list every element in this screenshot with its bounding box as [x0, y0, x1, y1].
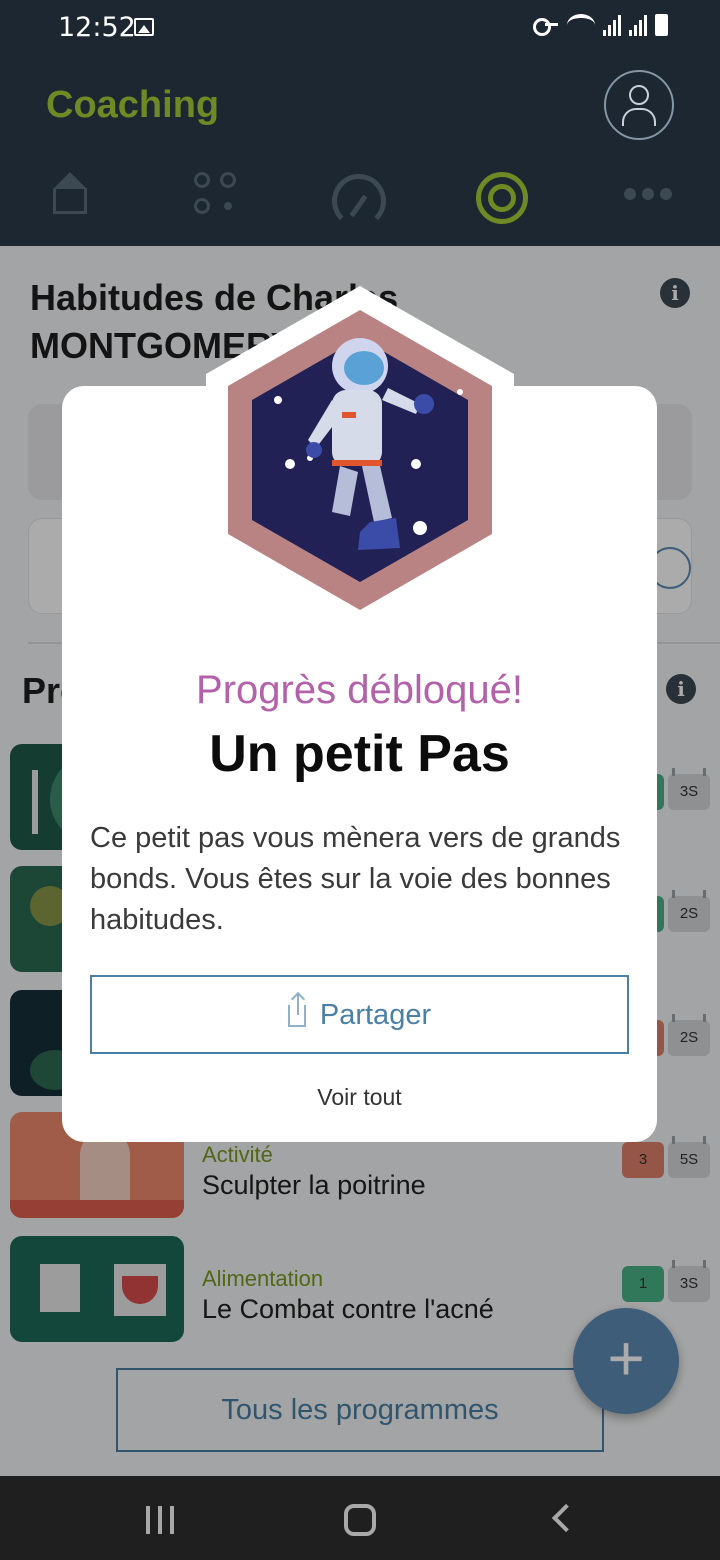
status-bar: 12:52 — [0, 0, 720, 56]
share-label: Partager — [319, 999, 432, 1031]
grid-icon-part — [224, 202, 232, 210]
recent-apps-button[interactable] — [146, 1506, 174, 1534]
nav-home-tab[interactable] — [31, 160, 111, 230]
modal-subtitle: Progrès débloqué! — [196, 668, 523, 712]
share-button[interactable]: Partager — [90, 975, 629, 1054]
nav-more-tab[interactable] — [604, 160, 684, 230]
more-icon — [624, 188, 636, 200]
nav-dashboard-tab[interactable] — [320, 160, 400, 230]
view-all-link[interactable]: Voir tout — [62, 1084, 657, 1111]
target-icon-inner — [488, 184, 516, 212]
nav-apps-tab[interactable] — [176, 160, 256, 230]
system-back-button[interactable] — [551, 1503, 581, 1533]
astronaut-badge-icon — [206, 286, 514, 634]
battery-icon — [655, 14, 668, 36]
status-time: 12:52 — [58, 12, 136, 43]
status-icons — [533, 14, 668, 36]
app-header: 12:52 Coaching — [0, 0, 720, 246]
vpn-key-icon — [533, 18, 559, 36]
nav-goals-tab[interactable] — [462, 160, 542, 230]
profile-button[interactable] — [604, 70, 674, 140]
grid-icon-part — [220, 172, 236, 188]
home-icon — [53, 172, 87, 189]
main-nav — [0, 160, 720, 230]
image-notification-icon — [134, 18, 154, 36]
app-title: Coaching — [46, 84, 220, 126]
system-nav-bar — [0, 1476, 720, 1560]
wifi-icon — [567, 14, 595, 36]
signal-icon — [603, 14, 621, 36]
home-icon-body — [53, 188, 87, 214]
grid-icon-part — [194, 198, 210, 214]
system-home-button[interactable] — [344, 1504, 376, 1536]
grid-icon — [194, 172, 210, 188]
share-icon — [287, 995, 306, 1027]
user-icon — [629, 85, 649, 105]
more-icon-dot — [660, 188, 672, 200]
modal-description: Ce petit pas vous mènera vers de grands … — [90, 822, 621, 936]
signal-icon-2 — [629, 14, 647, 36]
modal-title: Un petit Pas — [209, 725, 510, 783]
user-icon-body — [622, 108, 656, 126]
more-icon-dot — [642, 188, 654, 200]
